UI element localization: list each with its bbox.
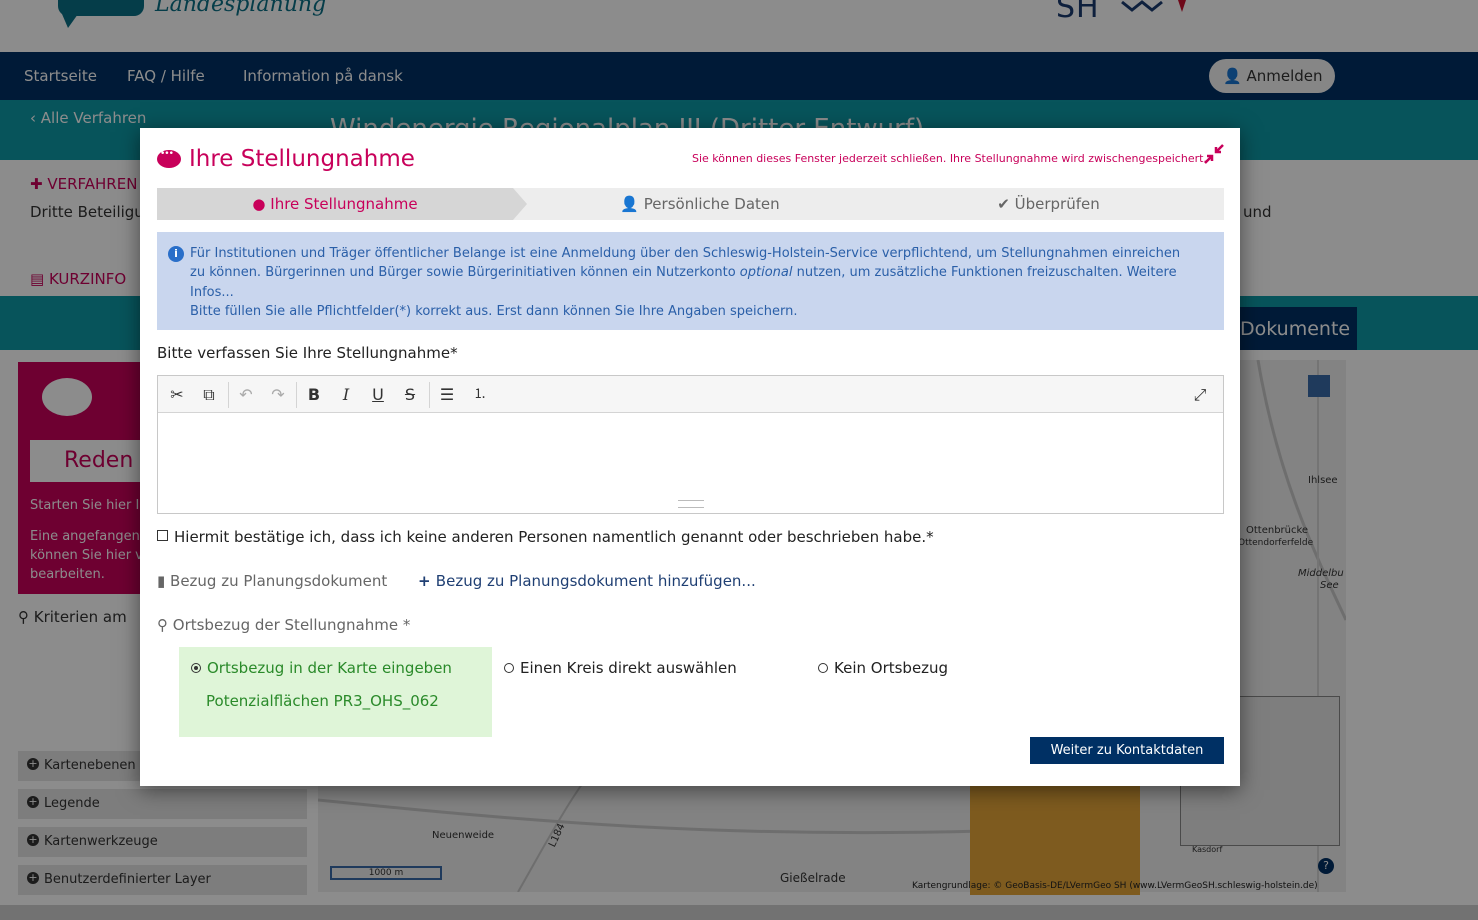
redo-icon[interactable]: ↷ bbox=[267, 384, 289, 406]
plus-icon: + bbox=[418, 572, 436, 590]
radio-kein-ortsbezug[interactable]: Kein Ortsbezug bbox=[818, 659, 948, 677]
undo-icon[interactable]: ↶ bbox=[235, 384, 257, 406]
stellungnahme-modal: Ihre Stellungnahme Sie können dieses Fen… bbox=[140, 128, 1240, 786]
radio-kreis[interactable]: Einen Kreis direkt auswählen bbox=[504, 659, 737, 677]
editor-text-area[interactable] bbox=[158, 414, 1223, 513]
confirm-label: Hiermit bestätige ich, dass ich keine an… bbox=[174, 528, 934, 546]
next-to-contact-button[interactable]: Weiter zu Kontaktdaten bbox=[1030, 737, 1224, 764]
maximize-icon[interactable]: ⤢ bbox=[1189, 384, 1211, 406]
confirm-checkbox-row[interactable]: Hiermit bestätige ich, dass ich keine an… bbox=[157, 528, 934, 546]
step-stellungnahme[interactable]: ● Ihre Stellungnahme bbox=[157, 188, 513, 220]
confirm-checkbox[interactable] bbox=[157, 530, 168, 541]
ortsbezug-karte-panel[interactable]: Ortsbezug in der Karte eingeben Potenzia… bbox=[179, 647, 492, 737]
radio-button[interactable] bbox=[504, 663, 514, 673]
comment-icon bbox=[157, 149, 181, 168]
bold-icon[interactable]: B bbox=[303, 384, 325, 406]
check-icon: ✔ bbox=[997, 195, 1015, 213]
radio-button-selected[interactable] bbox=[191, 663, 201, 673]
document-icon: ▮ bbox=[157, 572, 171, 590]
underline-icon[interactable]: U bbox=[367, 384, 389, 406]
editor-toolbar: ✂ ⧉ ↶ ↷ B I U S ☰ ⒈ ⤢ bbox=[158, 376, 1223, 413]
selected-area-label: Potenzialflächen PR3_OHS_062 bbox=[206, 692, 439, 710]
copy-icon[interactable]: ⧉ bbox=[198, 384, 220, 406]
ortsbezug-label: ⚲ Ortsbezug der Stellungnahme * bbox=[157, 616, 411, 634]
add-bezug-link[interactable]: + Bezug zu Planungsdokument hinzufügen..… bbox=[418, 572, 756, 590]
comment-icon: ● bbox=[252, 195, 271, 213]
modal-title: Ihre Stellungnahme bbox=[157, 146, 415, 172]
wizard-steps: ● Ihre Stellungnahme 👤 Persönliche Daten… bbox=[157, 188, 1224, 220]
radio-ortsbezug-karte[interactable]: Ortsbezug in der Karte eingeben bbox=[191, 659, 452, 677]
cut-icon[interactable]: ✂ bbox=[166, 384, 188, 406]
radio-button[interactable] bbox=[818, 663, 828, 673]
map-marker-icon: ⚲ bbox=[157, 616, 173, 634]
resize-handle-icon[interactable] bbox=[678, 500, 704, 508]
user-icon: 👤 bbox=[620, 195, 644, 213]
compress-icon[interactable] bbox=[1203, 143, 1225, 165]
step-persoenliche-daten[interactable]: 👤 Persönliche Daten bbox=[527, 188, 873, 220]
info-icon: i bbox=[168, 246, 184, 262]
italic-icon[interactable]: I bbox=[335, 384, 357, 406]
close-note: Sie können dieses Fenster jederzeit schl… bbox=[692, 152, 1207, 165]
more-info-link[interactable]: Infos... bbox=[190, 283, 1214, 302]
numbered-list-icon[interactable]: ⒈ bbox=[469, 384, 491, 406]
stellungnahme-editor: ✂ ⧉ ↶ ↷ B I U S ☰ ⒈ ⤢ bbox=[157, 375, 1224, 514]
step-ueberpruefen[interactable]: ✔ Überprüfen bbox=[873, 188, 1224, 220]
editor-label: Bitte verfassen Sie Ihre Stellungnahme* bbox=[157, 344, 458, 362]
info-box: i Für Institutionen und Träger öffentlic… bbox=[157, 232, 1224, 330]
bulleted-list-icon[interactable]: ☰ bbox=[436, 384, 458, 406]
strikethrough-icon[interactable]: S bbox=[399, 384, 421, 406]
bezug-label: ▮ Bezug zu Planungsdokument bbox=[157, 572, 388, 590]
